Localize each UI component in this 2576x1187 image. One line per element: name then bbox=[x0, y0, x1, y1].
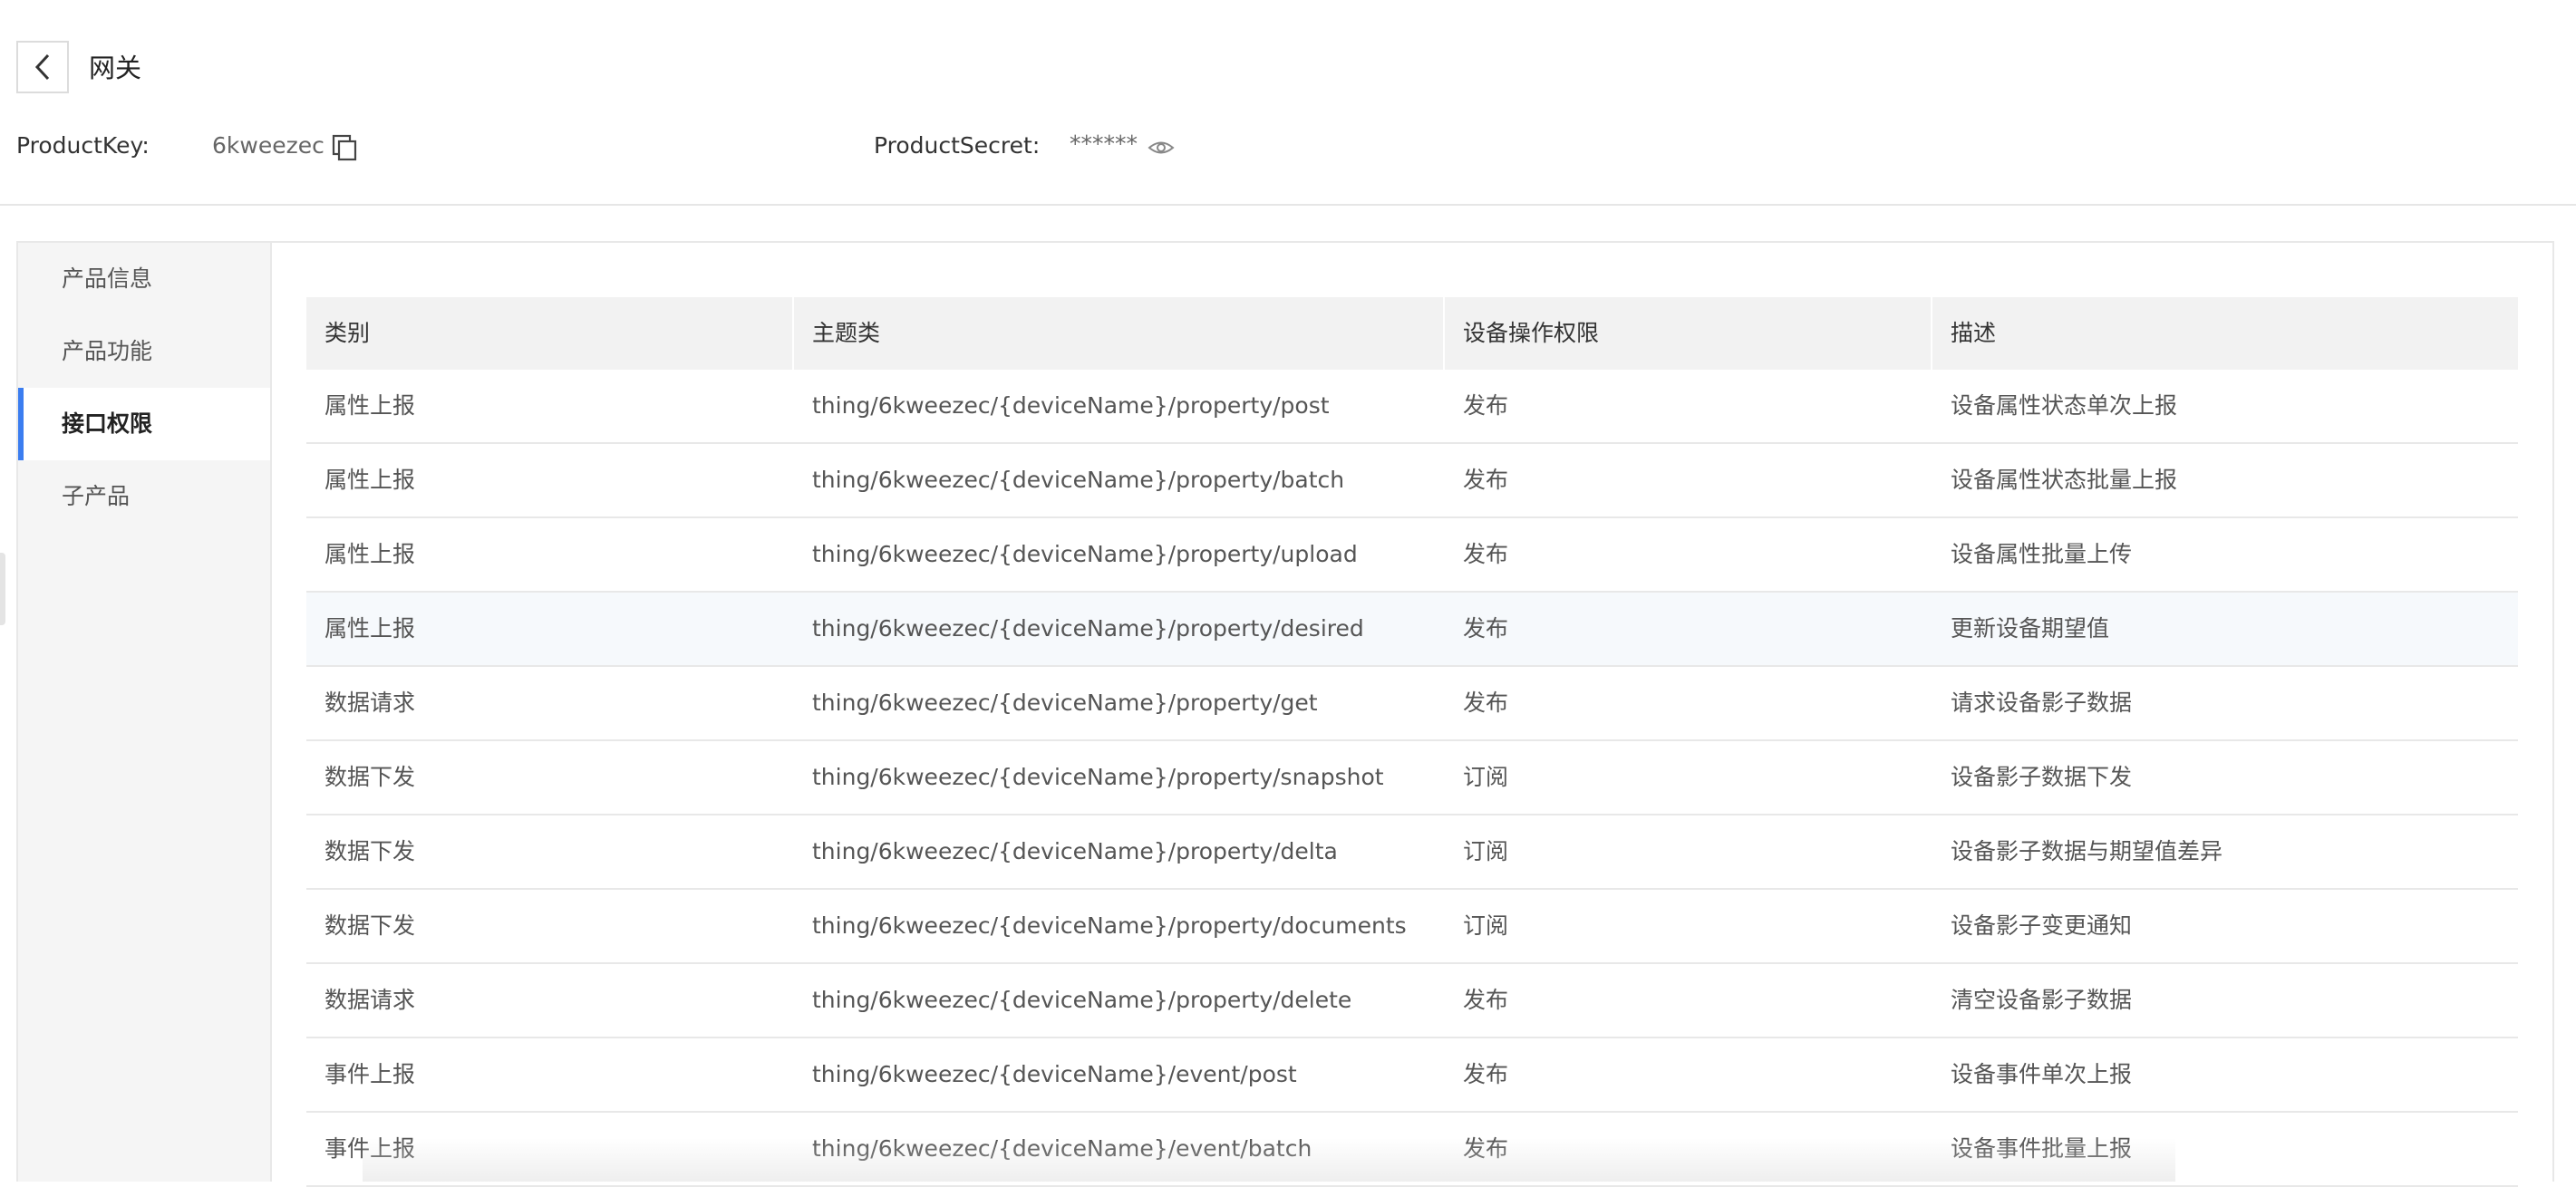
sidebar: 产品信息 产品功能 接口权限 子产品 bbox=[18, 243, 272, 1182]
cell-category: 事件上报 bbox=[324, 1135, 416, 1162]
cell-description: 设备影子数据下发 bbox=[1951, 764, 2133, 790]
sidebar-item-product-functions[interactable]: 产品功能 bbox=[18, 315, 270, 388]
cell-topic: thing/6kweezec/{deviceName}/property/upl… bbox=[812, 541, 1358, 567]
cell-description: 设备属性状态批量上报 bbox=[1951, 467, 2178, 493]
product-secret-label: ProductSecret: bbox=[874, 132, 1041, 159]
table-row: 属性上报 thing/6kweezec/{deviceName}/propert… bbox=[306, 593, 2518, 667]
column-header-category: 类别 bbox=[324, 320, 371, 346]
sidebar-item-interface-permissions[interactable]: 接口权限 bbox=[18, 388, 270, 460]
table-header: 类别 主题类 设备操作权限 描述 bbox=[306, 297, 2518, 370]
cell-topic: thing/6kweezec/{deviceName}/property/del… bbox=[812, 987, 1352, 1013]
cell-topic: thing/6kweezec/{deviceName}/property/del… bbox=[812, 838, 1338, 864]
table-row: 属性上报 thing/6kweezec/{deviceName}/propert… bbox=[306, 370, 2518, 444]
eye-icon[interactable] bbox=[1148, 138, 1175, 158]
table-row: 属性上报 thing/6kweezec/{deviceName}/propert… bbox=[306, 518, 2518, 593]
cell-category: 属性上报 bbox=[324, 467, 416, 493]
cell-category: 数据请求 bbox=[324, 987, 416, 1013]
table-row: 数据下发 thing/6kweezec/{deviceName}/propert… bbox=[306, 815, 2518, 890]
cell-description: 设备属性批量上传 bbox=[1951, 541, 2133, 567]
cell-topic: thing/6kweezec/{deviceName}/property/des… bbox=[812, 615, 1364, 642]
cell-description: 更新设备期望值 bbox=[1951, 615, 2110, 642]
cell-permission: 发布 bbox=[1463, 690, 1509, 716]
cell-permission: 订阅 bbox=[1463, 764, 1509, 790]
cell-topic: thing/6kweezec/{deviceName}/property/get bbox=[812, 690, 1318, 716]
cell-description: 设备属性状态单次上报 bbox=[1951, 392, 2178, 419]
cell-description: 设备影子数据与期望值差异 bbox=[1951, 838, 2223, 864]
column-header-topic: 主题类 bbox=[812, 320, 881, 346]
table-row: 数据下发 thing/6kweezec/{deviceName}/propert… bbox=[306, 741, 2518, 815]
cell-description: 清空设备影子数据 bbox=[1951, 987, 2133, 1013]
cell-category: 数据下发 bbox=[324, 912, 416, 939]
cell-permission: 发布 bbox=[1463, 1061, 1509, 1087]
page-header: 网关 ProductKey: 6kweezec ProductSecret: *… bbox=[0, 0, 2576, 206]
cell-description: 请求设备影子数据 bbox=[1951, 690, 2133, 716]
table-row: 数据下发 thing/6kweezec/{deviceName}/propert… bbox=[306, 890, 2518, 964]
back-button[interactable] bbox=[16, 41, 69, 93]
cell-category: 数据下发 bbox=[324, 838, 416, 864]
cell-category: 数据请求 bbox=[324, 690, 416, 716]
cell-category: 数据下发 bbox=[324, 764, 416, 790]
cell-permission: 发布 bbox=[1463, 541, 1509, 567]
table-row: 事件上报 thing/6kweezec/{deviceName}/event/p… bbox=[306, 1038, 2518, 1113]
cell-permission: 发布 bbox=[1463, 615, 1509, 642]
cell-permission: 发布 bbox=[1463, 987, 1509, 1013]
column-header-permission: 设备操作权限 bbox=[1463, 320, 1600, 346]
cell-topic: thing/6kweezec/{deviceName}/property/bat… bbox=[812, 467, 1345, 493]
cell-permission: 发布 bbox=[1463, 467, 1509, 493]
table-row: 事件上报 thing/6kweezec/{deviceName}/event/b… bbox=[306, 1113, 2518, 1187]
table-row: 数据请求 thing/6kweezec/{deviceName}/propert… bbox=[306, 667, 2518, 741]
cell-category: 属性上报 bbox=[324, 615, 416, 642]
cell-topic: thing/6kweezec/{deviceName}/property/pos… bbox=[812, 392, 1330, 419]
cell-permission: 发布 bbox=[1463, 1135, 1509, 1162]
sidebar-item-product-info[interactable]: 产品信息 bbox=[18, 243, 270, 315]
cell-description: 设备事件批量上报 bbox=[1951, 1135, 2133, 1162]
column-header-description: 描述 bbox=[1951, 320, 1997, 346]
back-chevron-icon bbox=[34, 53, 50, 81]
product-secret-value: ****** bbox=[1070, 130, 1138, 157]
content-panel: 产品信息 产品功能 接口权限 子产品 类别 主题类 设备操作权限 描述 属性上报… bbox=[16, 241, 2554, 1187]
product-key-value: 6kweezec bbox=[212, 132, 324, 159]
cell-category: 属性上报 bbox=[324, 392, 416, 419]
table-row: 属性上报 thing/6kweezec/{deviceName}/propert… bbox=[306, 444, 2518, 518]
table-row: 数据请求 thing/6kweezec/{deviceName}/propert… bbox=[306, 964, 2518, 1038]
cell-permission: 订阅 bbox=[1463, 838, 1509, 864]
cell-topic: thing/6kweezec/{deviceName}/property/doc… bbox=[812, 912, 1407, 939]
copy-icon[interactable] bbox=[332, 134, 357, 161]
cell-description: 设备事件单次上报 bbox=[1951, 1061, 2133, 1087]
cell-category: 事件上报 bbox=[324, 1061, 416, 1087]
product-key-label: ProductKey: bbox=[16, 132, 150, 159]
edge-shadow bbox=[0, 553, 5, 625]
sidebar-item-sub-products[interactable]: 子产品 bbox=[18, 460, 270, 533]
cell-category: 属性上报 bbox=[324, 541, 416, 567]
cell-description: 设备影子变更通知 bbox=[1951, 912, 2133, 939]
cell-topic: thing/6kweezec/{deviceName}/property/sna… bbox=[812, 764, 1384, 790]
cell-topic: thing/6kweezec/{deviceName}/event/batch bbox=[812, 1135, 1312, 1162]
cell-topic: thing/6kweezec/{deviceName}/event/post bbox=[812, 1061, 1297, 1087]
cell-permission: 订阅 bbox=[1463, 912, 1509, 939]
cell-permission: 发布 bbox=[1463, 392, 1509, 419]
page-title: 网关 bbox=[89, 53, 142, 83]
